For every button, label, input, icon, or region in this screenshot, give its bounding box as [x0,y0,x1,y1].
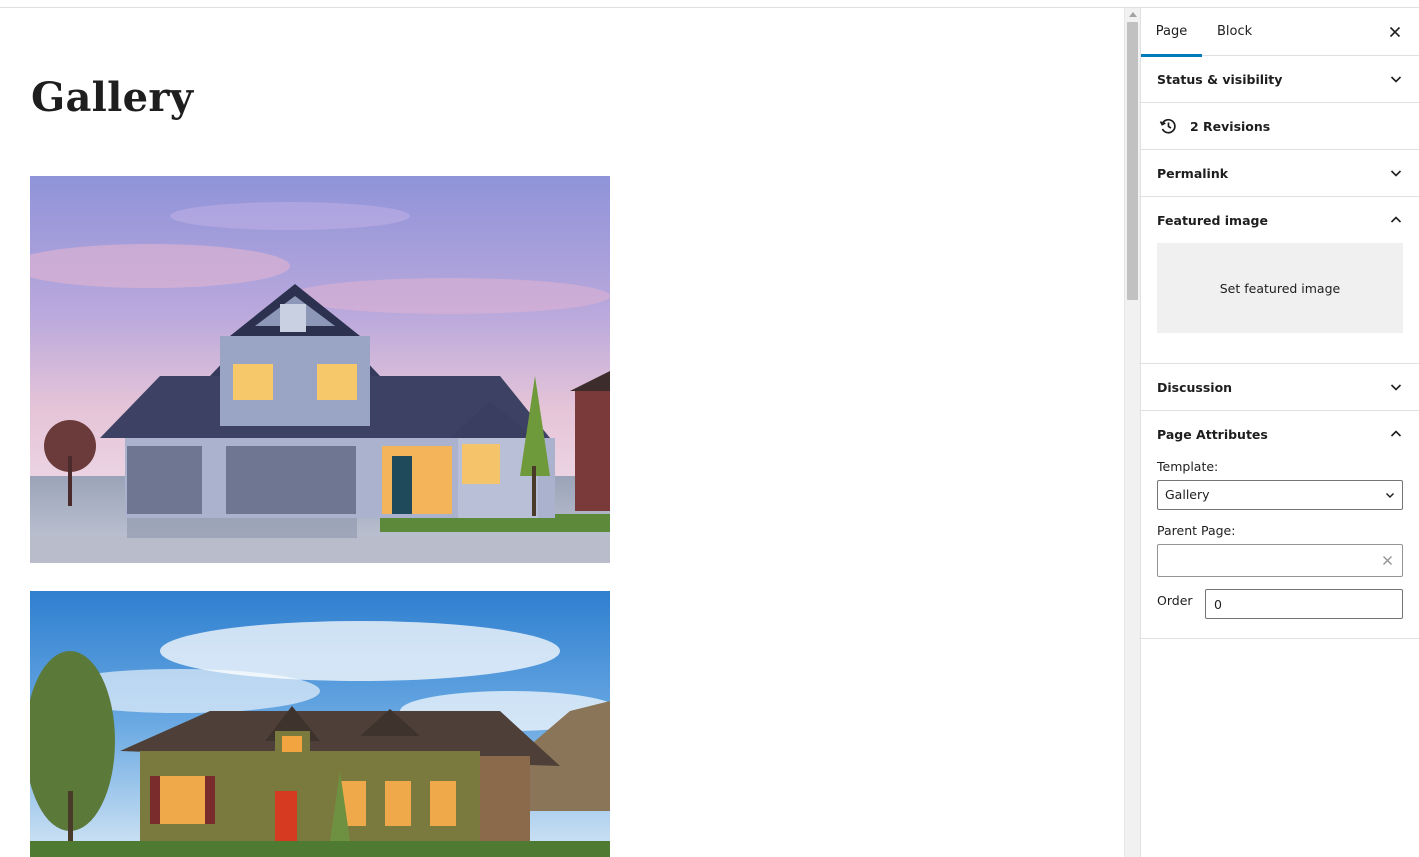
sidebar-tabs: Page Block [1141,8,1419,57]
panel-discussion-toggle[interactable]: Discussion [1141,364,1419,410]
panel-permalink: Permalink [1141,150,1419,197]
parent-page-label: Parent Page: [1157,523,1236,538]
order-row: Order [1157,589,1403,619]
close-icon [1389,26,1401,38]
close-sidebar-button[interactable] [1385,22,1405,42]
panel-page-attributes-toggle[interactable]: Page Attributes [1141,411,1419,457]
editor-canvas[interactable]: Gallery [0,8,1124,857]
chevron-down-icon [1390,384,1402,391]
settings-sidebar: Page Block Status & visibility 2 Revisio… [1140,8,1419,857]
template-select-value: Gallery [1165,487,1210,502]
gallery-image-1[interactable] [30,176,610,563]
house-image-1 [30,176,610,563]
history-icon [1159,118,1176,134]
set-featured-image-button[interactable]: Set featured image [1157,243,1403,333]
panel-permalink-toggle[interactable]: Permalink [1141,150,1419,196]
chevron-up-icon [1390,216,1402,223]
tab-block[interactable]: Block [1217,8,1252,56]
revisions-label: 2 Revisions [1190,118,1271,134]
panel-featured-image-toggle[interactable]: Featured image [1141,197,1419,243]
order-label: Order [1157,593,1193,608]
panel-page-attributes: Page Attributes Template: Gallery Parent… [1141,411,1419,639]
order-input[interactable] [1205,589,1403,619]
chevron-down-icon [1390,76,1402,83]
panel-status-visibility: Status & visibility [1141,56,1419,103]
page-attributes-body: Template: Gallery Parent Page: Order [1141,459,1419,638]
clear-icon[interactable] [1382,555,1393,566]
panel-discussion: Discussion [1141,364,1419,411]
revisions-link[interactable]: 2 Revisions [1141,103,1419,149]
page-title[interactable]: Gallery [31,74,193,121]
panel-label: Status & visibility [1157,71,1283,87]
top-toolbar-edge [0,0,1419,8]
template-label: Template: [1157,459,1219,474]
chevron-down-icon [1386,493,1394,498]
house-image-2 [30,591,610,857]
template-select[interactable]: Gallery [1157,480,1403,510]
panel-label: Featured image [1157,212,1268,228]
scroll-up-arrow-icon[interactable] [1129,12,1137,17]
panel-label: Page Attributes [1157,426,1268,442]
panel-label: Permalink [1157,165,1229,181]
panel-revisions: 2 Revisions [1141,103,1419,150]
panel-status-visibility-toggle[interactable]: Status & visibility [1141,56,1419,102]
parent-page-combobox[interactable] [1157,544,1403,577]
panel-label: Discussion [1157,379,1233,395]
panel-featured-image: Featured image Set featured image [1141,197,1419,364]
scroll-thumb[interactable] [1127,22,1138,300]
chevron-down-icon [1390,170,1402,177]
tab-page[interactable]: Page [1141,8,1202,57]
chevron-up-icon [1390,430,1402,437]
editor-scrollbar[interactable] [1124,8,1140,857]
gallery-image-2[interactable] [30,591,610,857]
